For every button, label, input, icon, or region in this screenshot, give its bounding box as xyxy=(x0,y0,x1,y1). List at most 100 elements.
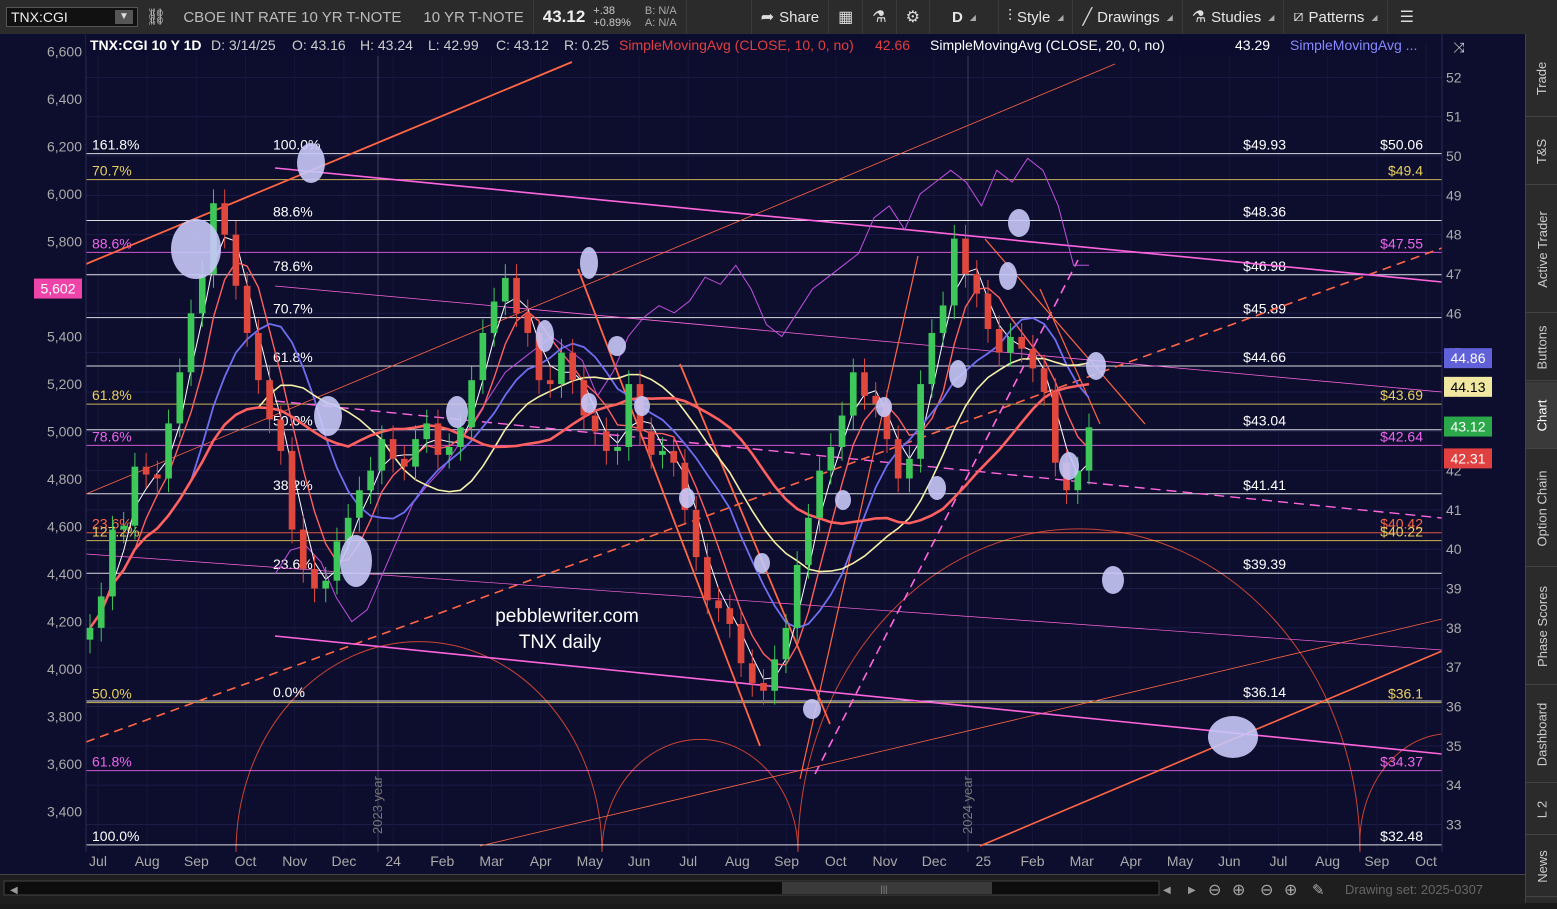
candle-body xyxy=(255,332,262,381)
dropdown-icon: ◢ xyxy=(1166,12,1173,22)
fib-right-label: $40.22 xyxy=(1380,524,1423,540)
patterns-button[interactable]: ⧄ Patterns ◢ xyxy=(1284,0,1388,34)
sidebar-tab-option-chain[interactable]: Option Chain xyxy=(1526,450,1557,567)
ellipse-marker xyxy=(1059,452,1079,480)
left-axis-tick: 6,600 xyxy=(47,44,82,60)
x-axis-tick: Aug xyxy=(725,853,750,869)
chart-area[interactable]: 2023 year 2024 year 161.8% 100.0% $49.93 $50… xyxy=(0,34,1525,874)
drawing-pencil-icon[interactable]: ✎ xyxy=(1312,882,1325,899)
right-axis-tick: 48 xyxy=(1446,227,1462,243)
sidebar-tab-dashboard[interactable]: Dashboard xyxy=(1526,686,1557,783)
fib-left-label: 70.7% xyxy=(92,163,132,179)
style-label: Style xyxy=(1016,8,1051,26)
grid-icon: ▦ xyxy=(838,9,854,26)
candle-body xyxy=(692,509,700,558)
fib-left-label: 100.0% xyxy=(92,828,139,844)
candle-body xyxy=(524,313,532,333)
candle-body xyxy=(322,580,330,589)
right-price-marker-label: 43.12 xyxy=(1450,419,1485,435)
fib-price-label: $36.14 xyxy=(1243,684,1286,700)
candle-body xyxy=(187,313,195,373)
left-axis-tick: 5,800 xyxy=(47,234,82,250)
candle-body xyxy=(1085,427,1093,471)
share-button[interactable]: ➦ Share xyxy=(750,0,830,34)
timeframe-button[interactable]: D ◢ xyxy=(930,0,999,34)
candle-body xyxy=(165,423,172,479)
candle-body xyxy=(782,627,790,660)
style-button[interactable]: ⫶ Style ◢ xyxy=(999,0,1074,34)
right-axis-tick: 38 xyxy=(1446,620,1462,636)
flask-button[interactable]: ⚗ xyxy=(863,0,897,34)
change-value: +.38 xyxy=(593,5,615,17)
candle-body xyxy=(423,423,431,440)
fib-left-label: 50.0% xyxy=(92,686,132,702)
x-axis-tick: Sep xyxy=(1364,853,1389,869)
scroll-right2-icon[interactable]: ▶ xyxy=(1188,885,1196,896)
ellipse-marker xyxy=(1102,566,1124,594)
symbol-input[interactable]: TNX:CGI ▼ xyxy=(6,7,138,27)
studies-button[interactable]: ⚗ Studies ◢ xyxy=(1183,0,1285,34)
candle-body xyxy=(726,608,734,624)
candle-body xyxy=(771,659,779,691)
scroll-left-icon[interactable]: ◀ xyxy=(10,885,18,896)
crosshair-toggle-icon[interactable]: ⤨ xyxy=(1448,38,1470,56)
chevron-down-icon[interactable]: ▼ xyxy=(115,10,133,24)
ellipse-marker xyxy=(1086,352,1106,380)
ellipse-marker xyxy=(928,476,946,500)
candle-body xyxy=(86,627,94,640)
fib-right-label: $32.48 xyxy=(1380,828,1423,844)
sidebar-tab-phase-scores[interactable]: Phase Scores xyxy=(1526,568,1557,685)
left-axis-tick: 4,800 xyxy=(47,471,82,487)
right-axis-tick: 50 xyxy=(1446,148,1462,164)
right-axis-tick: 37 xyxy=(1446,659,1462,675)
sidebar-tab-label: Trade xyxy=(1534,61,1550,95)
sidebar-tab-label: News xyxy=(1534,849,1550,883)
candle-body xyxy=(603,431,610,451)
drawing-set-label[interactable]: Drawing set: 2025-0307 xyxy=(1345,882,1483,897)
dropdown-icon: ◢ xyxy=(1268,12,1275,22)
right-price-marker-label: 44.86 xyxy=(1450,350,1485,366)
sidebar-tab-label: Chart xyxy=(1534,399,1550,431)
menu-button[interactable]: ☰ xyxy=(1388,0,1426,34)
settings-button[interactable]: ⚙ xyxy=(897,0,930,34)
fib-left-label: 88.6% xyxy=(92,235,132,251)
price-chart[interactable]: 2023 year 2024 year 161.8% 100.0% $49.93 $50… xyxy=(0,34,1525,874)
sidebar-tab-label: L 2 xyxy=(1534,800,1550,818)
fib-left-label: 61.8% xyxy=(92,387,132,403)
candle-body xyxy=(221,203,229,235)
sidebar-tab-active-trader[interactable]: Active Trader xyxy=(1526,186,1557,313)
zoom-reset-icon[interactable]: ⊕ xyxy=(1284,882,1297,899)
watermark-line1: pebblewriter.com xyxy=(495,606,639,627)
x-axis-tick: Jul xyxy=(679,853,697,869)
fib-mid-label: 61.8% xyxy=(273,349,313,365)
candle-body xyxy=(109,529,116,597)
sidebar-tab-buttons[interactable]: Buttons xyxy=(1526,314,1557,381)
flexgrid-button[interactable]: ▦ xyxy=(829,0,864,34)
change-percent: +0.89% xyxy=(593,17,631,29)
fib-right-label: $42.64 xyxy=(1380,428,1423,444)
sidebar-tab-t-s[interactable]: T&S xyxy=(1526,118,1557,185)
candle-body xyxy=(962,238,969,274)
zoom-in-icon[interactable]: ⊕ xyxy=(1232,882,1245,899)
right-axis-tick: 40 xyxy=(1446,541,1462,557)
legend-item: R: 0.25 xyxy=(564,37,609,53)
watermark-line2: TNX daily xyxy=(519,632,602,653)
fib-left-label: 61.8% xyxy=(92,754,132,770)
sidebar-tab-l-2[interactable]: L 2 xyxy=(1526,784,1557,835)
sidebar-tab-news[interactable]: News xyxy=(1526,836,1557,897)
candle-body xyxy=(400,458,408,467)
scroll-right-icon[interactable]: ◀ xyxy=(1163,885,1171,896)
fib-right-label: $36.1 xyxy=(1388,686,1423,702)
zoom-out-icon[interactable]: ⊖ xyxy=(1208,882,1221,899)
sidebar-tab-trade[interactable]: Trade xyxy=(1526,40,1557,117)
legend-item: O: 43.16 xyxy=(292,37,346,53)
sidebar-tab-chart[interactable]: Chart xyxy=(1526,382,1557,449)
zoom-fit-icon[interactable]: ⊖ xyxy=(1260,882,1273,899)
candle-body xyxy=(457,427,464,447)
drawings-button[interactable]: ╱ Drawings ◢ xyxy=(1073,0,1183,34)
legend-item: SimpleMovingAvg ... xyxy=(1290,37,1417,53)
symbol-text: TNX:CGI xyxy=(11,9,68,25)
ellipse-marker xyxy=(1208,716,1258,758)
link-icon[interactable]: ⛓ xyxy=(138,0,174,34)
right-sidebar: Trade T&S Active Trader Buttons Chart Option … xyxy=(1525,34,1557,903)
